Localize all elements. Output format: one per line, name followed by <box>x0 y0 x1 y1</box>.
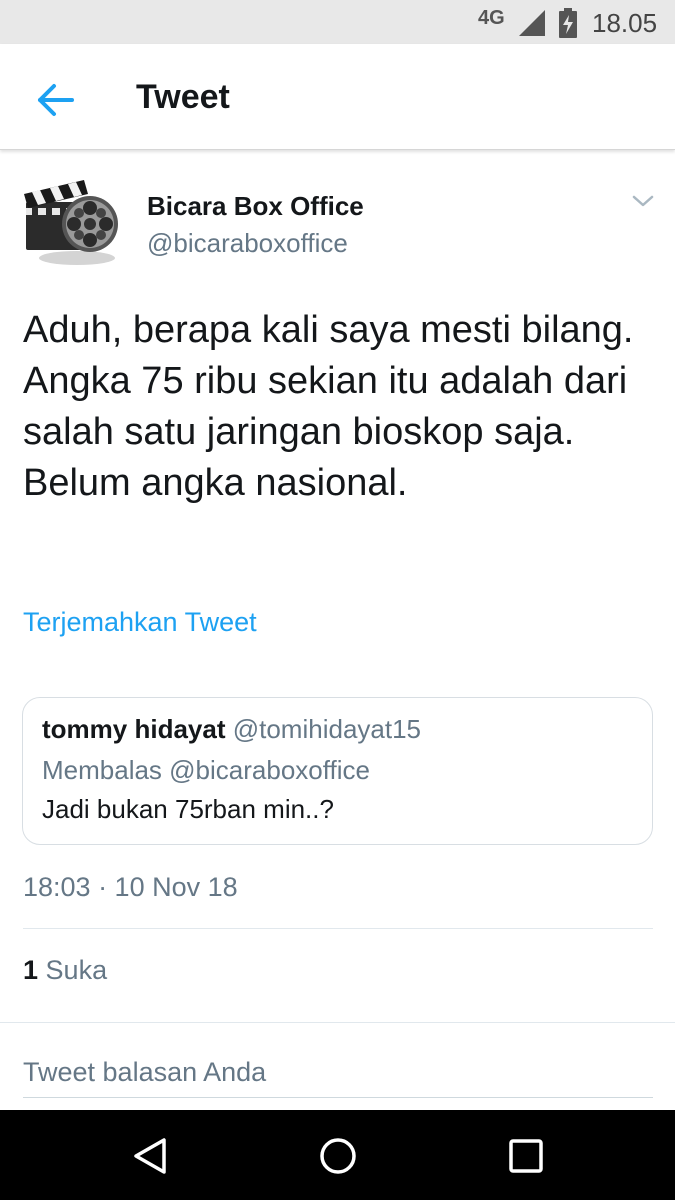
divider <box>23 928 653 929</box>
arrow-left-icon <box>38 84 74 116</box>
quoted-reply-context: Membalas @bicaraboxoffice <box>42 755 370 785</box>
network-type: 4G <box>478 7 505 29</box>
quoted-author: tommy hidayat @tomihidayat15 <box>42 714 421 745</box>
clock: 18.05 <box>592 8 658 38</box>
nav-home-button[interactable] <box>314 1132 362 1180</box>
author-name[interactable]: Bicara Box Office <box>147 191 364 222</box>
page-title: Tweet <box>136 78 230 116</box>
chevron-down-icon <box>632 195 654 207</box>
battery-charging-icon <box>559 8 577 38</box>
tweet-text: Aduh, berapa kali saya mesti bilang. Ang… <box>23 309 634 504</box>
square-recents-icon <box>509 1139 543 1173</box>
triangle-back-icon <box>134 1138 166 1174</box>
avatar[interactable] <box>22 172 122 272</box>
tweet-menu-button[interactable] <box>630 188 656 214</box>
author-handle[interactable]: @bicaraboxoffice <box>147 228 348 259</box>
nav-back-button[interactable] <box>126 1132 174 1180</box>
reply-input[interactable] <box>23 1048 653 1098</box>
quoted-tweet-card[interactable]: tommy hidayat @tomihidayat15 Membalas @b… <box>22 697 653 845</box>
likes-label: Suka <box>45 955 108 985</box>
app-bar: Tweet <box>0 44 675 150</box>
back-button[interactable] <box>34 78 78 122</box>
quoted-tweet-text: Jadi bukan 75rban min..? <box>42 794 334 824</box>
quoted-author-name: tommy hidayat <box>42 714 226 744</box>
divider <box>0 1022 675 1023</box>
circle-home-icon <box>320 1138 356 1174</box>
nav-recents-button[interactable] <box>502 1132 550 1180</box>
likes-count[interactable]: 1 Suka <box>23 955 107 986</box>
translate-tweet-link[interactable]: Terjemahkan Tweet <box>23 607 257 638</box>
film-clapper-reel-icon <box>24 180 118 265</box>
likes-number: 1 <box>23 955 39 985</box>
quoted-author-handle: @tomihidayat15 <box>232 714 422 744</box>
signal-icon <box>519 10 545 36</box>
status-bar: 4G 18.05 <box>0 0 675 44</box>
tweet-timestamp: 18:03 · 10 Nov 18 <box>23 872 238 902</box>
android-nav-bar <box>0 1110 675 1200</box>
